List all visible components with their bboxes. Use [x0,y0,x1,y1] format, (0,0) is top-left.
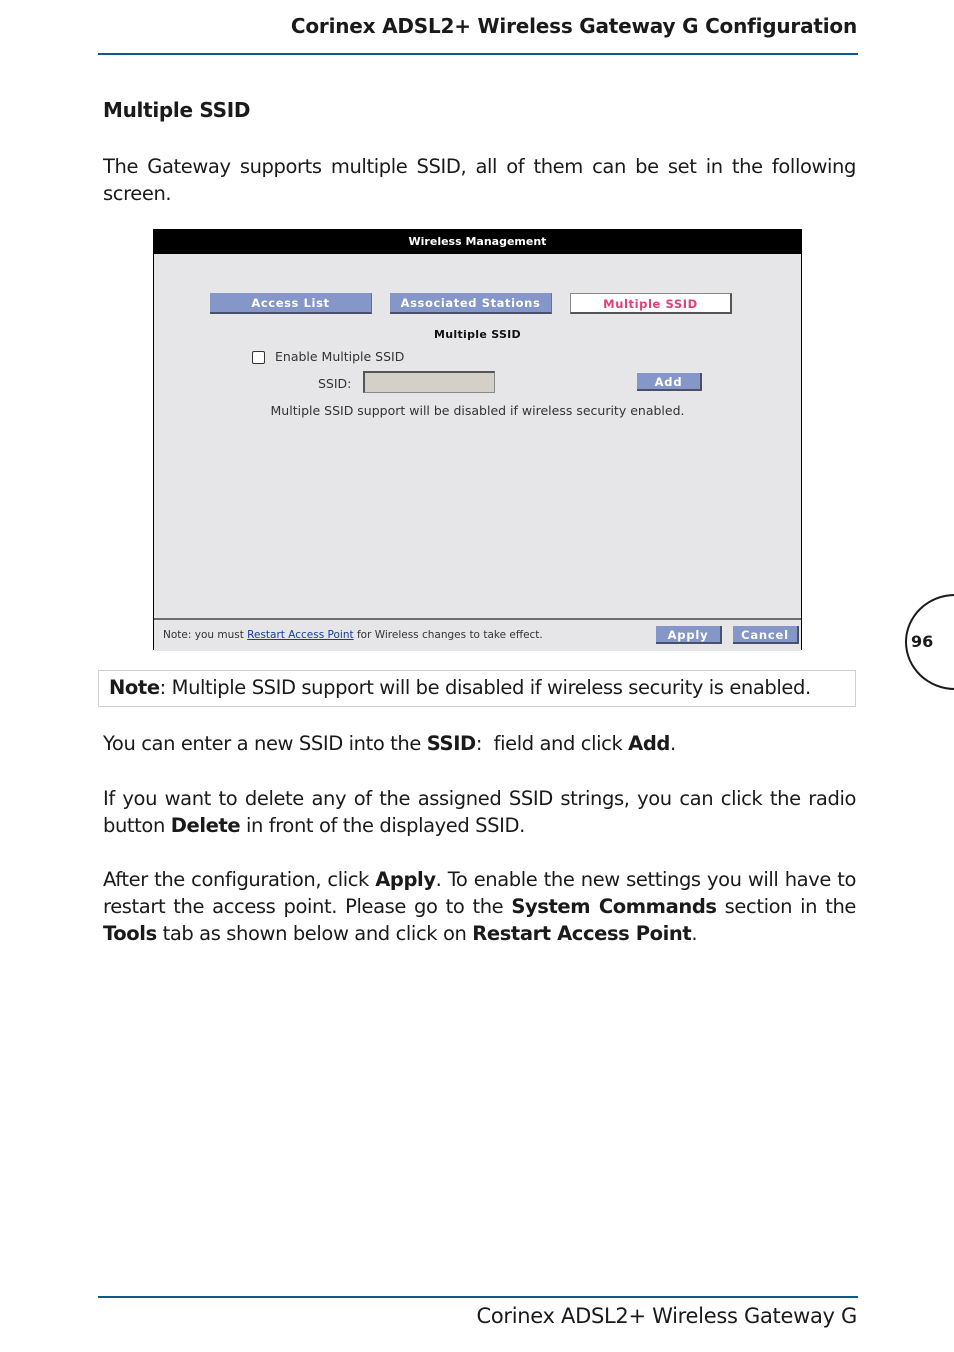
footer-rule [98,1296,858,1298]
text-run: section in the [716,895,857,918]
text-run: tab as shown below and click on [156,922,473,945]
note-body: : Multiple SSID support will be disabled… [159,676,812,699]
bold-apply: Apply [375,868,436,891]
enable-multiple-ssid-label: Enable Multiple SSID [275,349,405,364]
bold-delete: Delete [170,814,241,837]
header-rule [98,53,858,55]
note-box: Note: Multiple SSID support will be disa… [98,670,856,707]
apply-button[interactable]: Apply [656,626,722,644]
ssid-input[interactable] [363,371,495,393]
text-run: . [691,922,698,945]
tab-associated-stations[interactable]: Associated Stations [390,293,552,314]
page-number: 96 [911,632,934,651]
ssid-label: SSID: [318,376,352,391]
bold-ssid: SSID [426,732,476,755]
bold-restart-access-point: Restart Access Point [472,922,692,945]
paragraph-apply-restart: After the configuration, click Apply. To… [103,866,856,947]
restart-note-suffix: for Wireless changes to take effect. [353,629,543,641]
security-warning: Multiple SSID support will be disabled i… [270,403,685,418]
text-run: in front of the displayed SSID. [240,814,525,837]
paragraph-add-ssid: You can enter a new SSID into the SSID: … [103,730,856,757]
bold-system-commands: System Commands [511,895,717,918]
panel-title: Multiple SSID [434,328,521,341]
text-run: . [669,732,676,755]
enable-multiple-ssid-checkbox[interactable] [252,351,265,364]
section-heading: Multiple SSID [103,98,251,122]
cancel-button[interactable]: Cancel [733,626,799,644]
running-footer: Corinex ADSL2+ Wireless Gateway G [476,1304,858,1328]
text-run: After the configuration, click [103,868,376,891]
note-label: Note [109,676,160,699]
wireless-management-screenshot: Wireless Management Access List Associat… [153,229,802,651]
restart-note: Note: you must Restart Access Point for … [163,629,543,641]
screenshot-footer: Note: you must Restart Access Point for … [154,618,801,651]
tab-multiple-ssid[interactable]: Multiple SSID [570,293,732,314]
restart-access-point-link[interactable]: Restart Access Point [247,629,353,641]
intro-paragraph: The Gateway supports multiple SSID, all … [103,155,856,205]
add-button[interactable]: Add [637,373,702,391]
tab-access-list[interactable]: Access List [210,293,372,314]
window-title: Wireless Management [154,230,801,254]
paragraph-delete-ssid: If you want to delete any of the assigne… [103,785,856,839]
note-text: Note: Multiple SSID support will be disa… [109,676,811,699]
running-header: Corinex ADSL2+ Wireless Gateway G Config… [290,14,857,38]
bold-tools: Tools [103,922,157,945]
text-run: : field and click [475,732,629,755]
bold-add: Add [628,732,670,755]
text-run: You can enter a new SSID into the [103,732,427,755]
restart-note-prefix: Note: you must [163,629,248,641]
